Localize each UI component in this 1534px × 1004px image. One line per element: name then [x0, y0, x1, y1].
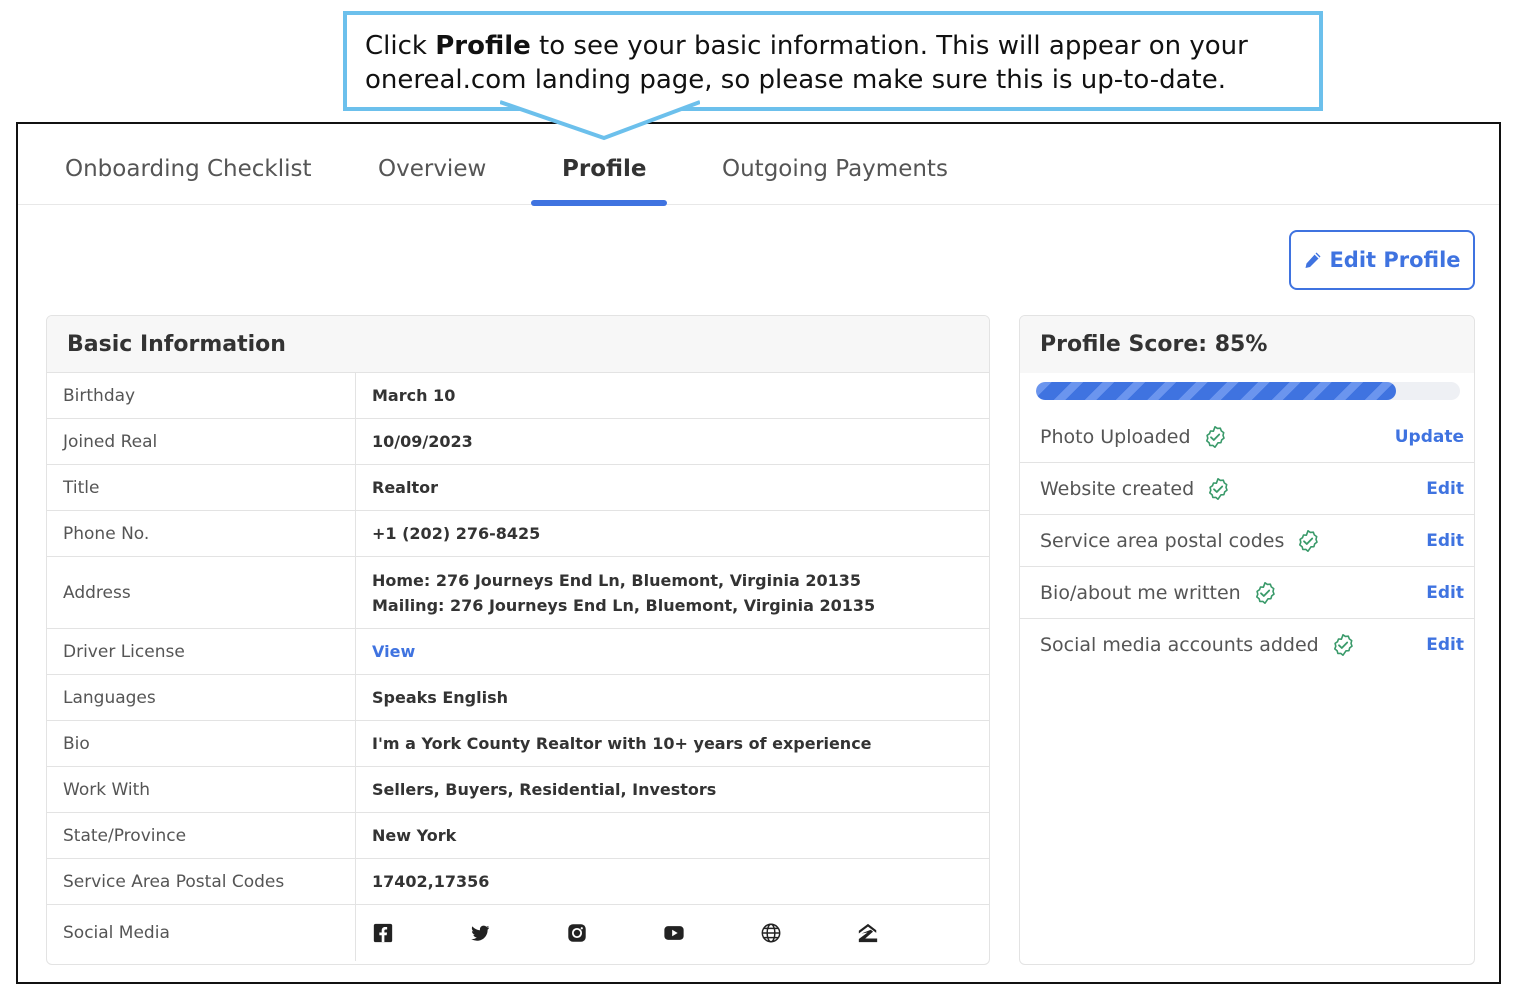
website-globe-icon	[761, 923, 781, 943]
info-label: State/Province	[47, 813, 356, 858]
driver-license-view-link[interactable]: View	[356, 629, 989, 674]
info-value: Sellers, Buyers, Residential, Investors	[372, 780, 717, 799]
info-row-work-with: Work With Sellers, Buyers, Residential, …	[47, 767, 989, 813]
callout-pointer	[500, 100, 700, 141]
info-label: Birthday	[47, 373, 356, 418]
info-row-state-province: State/Province New York	[47, 813, 989, 859]
tab-onboarding-checklist[interactable]: Onboarding Checklist	[65, 156, 312, 182]
info-label: Title	[47, 465, 356, 510]
profile-score-progress	[1036, 382, 1460, 400]
score-item-website-created: Website created Edit	[1020, 463, 1474, 515]
info-value: Realtor	[372, 478, 438, 497]
info-value: Home: 276 Journeys End Ln, Bluemont, Vir…	[356, 557, 989, 628]
info-label: Languages	[47, 675, 356, 720]
active-tab-indicator	[531, 200, 667, 206]
profile-score-checklist: Photo Uploaded Update Website created Ed…	[1020, 411, 1474, 671]
verified-check-icon	[1296, 529, 1320, 553]
score-item-bio-written: Bio/about me written Edit	[1020, 567, 1474, 619]
youtube-link[interactable]	[663, 922, 760, 944]
edit-website-link[interactable]: Edit	[1426, 479, 1464, 499]
info-label: Social Media	[47, 905, 356, 961]
edit-postal-codes-link[interactable]: Edit	[1426, 531, 1464, 551]
info-label: Work With	[47, 767, 356, 812]
zillow-icon	[858, 923, 878, 943]
callout-bold-profile: Profile	[435, 31, 531, 61]
info-value: Speaks English	[372, 688, 509, 707]
info-label: Phone No.	[47, 511, 356, 556]
verified-check-icon	[1331, 633, 1355, 657]
instruction-callout: Click Profile to see your basic informat…	[343, 11, 1323, 111]
info-row-title: Title Realtor	[47, 465, 989, 511]
instagram-icon	[568, 924, 586, 942]
info-label: Driver License	[47, 629, 356, 674]
info-row-bio: Bio I'm a York County Realtor with 10+ y…	[47, 721, 989, 767]
callout-line-1: Click Profile to see your basic informat…	[365, 31, 1248, 61]
score-item-social-media-added: Social media accounts added Edit	[1020, 619, 1474, 671]
twitter-icon	[471, 925, 490, 941]
score-item-label: Photo Uploaded	[1040, 425, 1191, 448]
basic-information-title: Basic Information	[47, 316, 989, 373]
verified-check-icon	[1206, 477, 1230, 501]
score-item-photo-uploaded: Photo Uploaded Update	[1020, 411, 1474, 463]
edit-bio-link[interactable]: Edit	[1426, 583, 1464, 603]
profile-score-card: Profile Score: 85% Photo Uploaded Update…	[1019, 315, 1475, 965]
info-value: +1 (202) 276-8425	[372, 524, 541, 543]
info-value: New York	[372, 826, 457, 845]
info-row-driver-license: Driver License View	[47, 629, 989, 675]
info-row-social-media: Social Media	[47, 905, 989, 961]
home-address: Home: 276 Journeys End Ln, Bluemont, Vir…	[372, 570, 862, 590]
info-row-address: Address Home: 276 Journeys End Ln, Bluem…	[47, 557, 989, 629]
tab-bar: Onboarding Checklist Overview Profile Ou…	[18, 124, 1499, 206]
social-media-icons	[356, 905, 989, 961]
info-label: Joined Real	[47, 419, 356, 464]
edit-social-media-link[interactable]: Edit	[1426, 635, 1464, 655]
update-photo-link[interactable]: Update	[1395, 427, 1464, 447]
score-item-label: Website created	[1040, 477, 1195, 500]
score-item-label: Bio/about me written	[1040, 581, 1241, 604]
basic-information-card: Basic Information Birthday March 10 Join…	[46, 315, 990, 965]
tab-outgoing-payments[interactable]: Outgoing Payments	[722, 156, 948, 182]
info-label: Address	[47, 557, 356, 628]
info-value: March 10	[372, 386, 456, 405]
profile-window: Onboarding Checklist Overview Profile Ou…	[16, 122, 1501, 984]
callout-line-2: onereal.com landing page, so please make…	[365, 65, 1226, 95]
website-link[interactable]	[760, 922, 857, 944]
profile-score-progress-fill	[1036, 382, 1397, 400]
info-row-languages: Languages Speaks English	[47, 675, 989, 721]
twitter-link[interactable]	[469, 922, 566, 944]
tab-profile[interactable]: Profile	[562, 156, 647, 182]
facebook-icon	[373, 923, 393, 943]
score-item-service-area-postal-codes: Service area postal codes Edit	[1020, 515, 1474, 567]
score-item-label: Social media accounts added	[1040, 634, 1319, 656]
pencil-icon	[1305, 252, 1321, 268]
mailing-address: Mailing: 276 Journeys End Ln, Bluemont, …	[372, 595, 876, 615]
info-value: 10/09/2023	[372, 432, 473, 451]
facebook-link[interactable]	[372, 922, 469, 944]
verified-check-icon	[1203, 425, 1227, 449]
zillow-link[interactable]	[857, 922, 954, 944]
info-value: 17402,17356	[372, 872, 490, 891]
info-row-joined-real: Joined Real 10/09/2023	[47, 419, 989, 465]
info-value: I'm a York County Realtor with 10+ years…	[372, 734, 872, 753]
youtube-icon	[664, 926, 684, 940]
info-label: Service Area Postal Codes	[47, 859, 356, 904]
info-row-phone: Phone No. +1 (202) 276-8425	[47, 511, 989, 557]
info-row-birthday: Birthday March 10	[47, 373, 989, 419]
edit-profile-button[interactable]: Edit Profile	[1289, 230, 1475, 290]
tab-overview[interactable]: Overview	[378, 156, 486, 182]
verified-check-icon	[1253, 581, 1277, 605]
profile-score-title: Profile Score: 85%	[1020, 316, 1474, 373]
instagram-link[interactable]	[566, 922, 663, 944]
edit-profile-label: Edit Profile	[1329, 248, 1461, 272]
score-item-label: Service area postal codes	[1040, 529, 1285, 552]
info-row-service-area-postal-codes: Service Area Postal Codes 17402,17356	[47, 859, 989, 905]
info-label: Bio	[47, 721, 356, 766]
